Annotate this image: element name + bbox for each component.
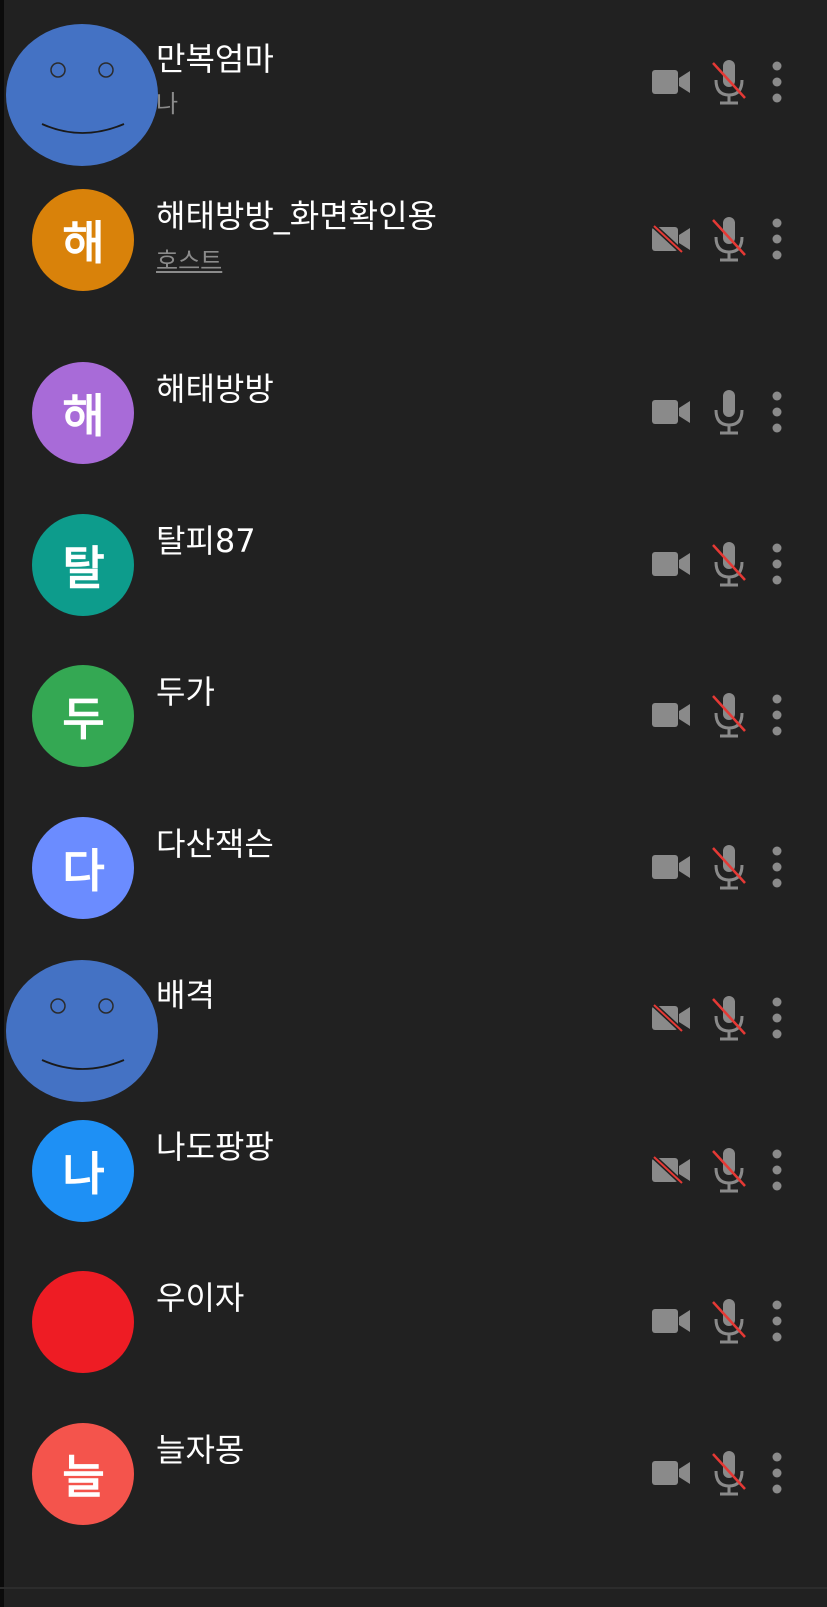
avatar-initial: 해 [62, 216, 104, 270]
more-vertical-icon[interactable] [771, 60, 783, 104]
video-camera-off-icon[interactable] [652, 1155, 690, 1185]
microphone-muted-icon[interactable] [711, 996, 747, 1042]
more-vertical-icon[interactable] [771, 996, 783, 1040]
avatar-initial: 다 [62, 844, 104, 898]
participant-avatar [6, 960, 158, 1102]
participant-name: 늘자몽 [156, 1431, 245, 1469]
participant-row[interactable]: 다 다산잭슨 [0, 817, 827, 972]
participant-avatar: 나 [32, 1120, 134, 1222]
microphone-muted-icon[interactable] [711, 1148, 747, 1194]
participant-name: 만복엄마 [156, 40, 274, 78]
participant-row[interactable]: 해 해태방방 [0, 362, 827, 517]
participant-name: 두가 [156, 673, 215, 711]
more-vertical-icon[interactable] [771, 1148, 783, 1192]
more-vertical-icon[interactable] [771, 845, 783, 889]
more-vertical-icon[interactable] [771, 542, 783, 586]
participant-row[interactable]: 배격 [0, 960, 827, 1123]
participant-avatar: 두 [32, 665, 134, 767]
more-vertical-icon[interactable] [771, 390, 783, 434]
avatar-initial: 나 [62, 1147, 104, 1201]
participant-row[interactable]: 두 두가 [0, 665, 827, 820]
participant-avatar: 다 [32, 817, 134, 919]
participant-role: 나 [156, 90, 179, 118]
participant-avatar [6, 24, 158, 166]
avatar-initial: 해 [62, 389, 104, 443]
avatar-initial: 탈 [62, 541, 104, 595]
participant-avatar [32, 1271, 134, 1373]
participant-name: 해태방방_화면확인용 [156, 197, 437, 235]
participant-avatar: 해 [32, 362, 134, 464]
avatar-initial: 두 [62, 692, 104, 746]
video-camera-icon[interactable] [652, 68, 690, 96]
video-camera-icon[interactable] [652, 550, 690, 578]
participant-row[interactable]: 나 나도팡팡 [0, 1120, 827, 1275]
microphone-icon[interactable] [711, 390, 747, 436]
participant-avatar: 해 [32, 189, 134, 291]
video-camera-icon[interactable] [652, 701, 690, 729]
participant-row[interactable]: 만복엄마나 [0, 24, 827, 187]
more-vertical-icon[interactable] [771, 1451, 783, 1495]
participant-name: 우이자 [156, 1279, 245, 1317]
video-camera-off-icon[interactable] [652, 224, 690, 254]
participant-row[interactable]: 우이자 [0, 1271, 827, 1426]
microphone-muted-icon[interactable] [711, 1299, 747, 1345]
participant-row[interactable]: 해 해태방방_화면확인용호스트 [0, 189, 827, 344]
microphone-muted-icon[interactable] [711, 60, 747, 106]
video-camera-off-icon[interactable] [652, 1003, 690, 1033]
microphone-muted-icon[interactable] [711, 217, 747, 263]
video-camera-icon[interactable] [652, 398, 690, 426]
microphone-muted-icon[interactable] [711, 845, 747, 891]
participant-row[interactable]: 늘 늘자몽 [0, 1423, 827, 1578]
participant-role: 호스트 [156, 247, 223, 275]
participant-name: 배격 [156, 976, 215, 1014]
more-vertical-icon[interactable] [771, 217, 783, 261]
microphone-muted-icon[interactable] [711, 693, 747, 739]
avatar-initial: 늘 [62, 1450, 104, 1504]
microphone-muted-icon[interactable] [711, 1451, 747, 1497]
participant-name: 탈피87 [156, 522, 256, 560]
bottom-divider [0, 1587, 827, 1589]
microphone-muted-icon[interactable] [711, 542, 747, 588]
video-camera-icon[interactable] [652, 1459, 690, 1487]
participant-avatar: 탈 [32, 514, 134, 616]
participant-row[interactable]: 탈 탈피87 [0, 514, 827, 669]
more-vertical-icon[interactable] [771, 1299, 783, 1343]
participant-avatar: 늘 [32, 1423, 134, 1525]
video-camera-icon[interactable] [652, 853, 690, 881]
participant-name: 다산잭슨 [156, 825, 274, 863]
video-camera-icon[interactable] [652, 1307, 690, 1335]
participant-name: 나도팡팡 [156, 1128, 274, 1166]
more-vertical-icon[interactable] [771, 693, 783, 737]
participant-name: 해태방방 [156, 370, 274, 408]
